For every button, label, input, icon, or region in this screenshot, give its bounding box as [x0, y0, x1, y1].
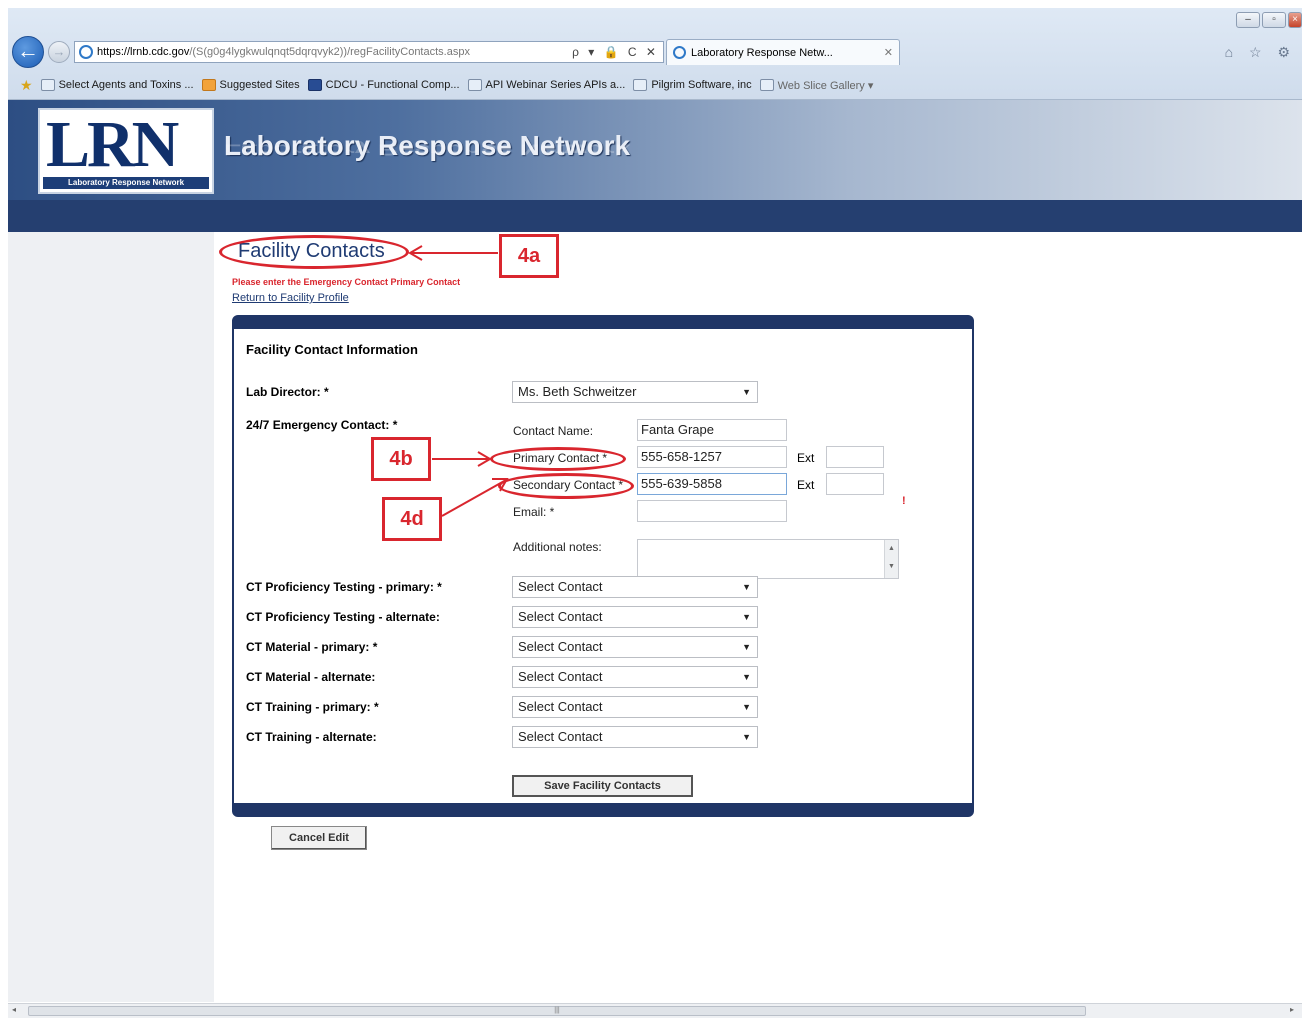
- horizontal-scrollbar[interactable]: ◂ ||| ▸: [8, 1003, 1302, 1018]
- annotation-arrow-line: [441, 479, 507, 517]
- scrollbar-thumb[interactable]: |||: [28, 1006, 1086, 1016]
- annotation-callout-4a: 4a: [499, 234, 559, 278]
- annotation-arrows: [408, 245, 509, 517]
- annotation-callout-4b: 4b: [371, 437, 431, 481]
- annotation-callout-4d: 4d: [382, 497, 442, 541]
- scroll-right-icon[interactable]: ▸: [1290, 1005, 1294, 1014]
- scroll-left-icon[interactable]: ◂: [12, 1005, 16, 1014]
